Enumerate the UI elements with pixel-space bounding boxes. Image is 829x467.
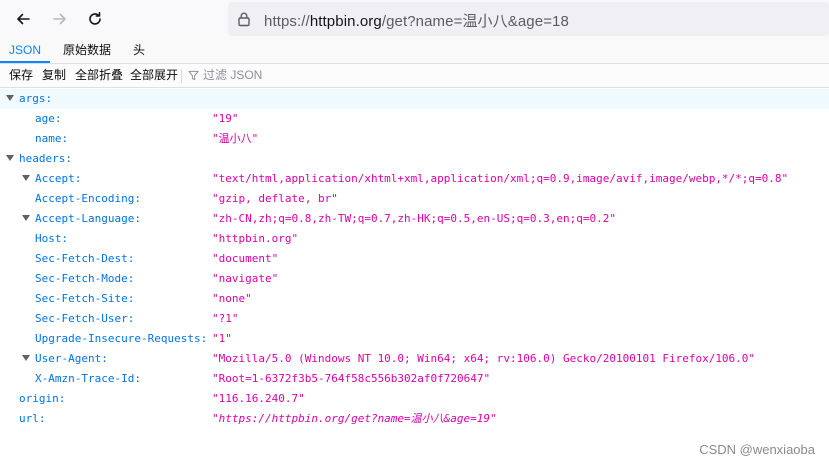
expand-toggle-icon[interactable]	[6, 95, 14, 101]
json-value: "navigate"	[212, 272, 279, 285]
json-key: Sec-Fetch-Dest:	[35, 252, 135, 265]
collapse-all-button[interactable]: 全部折叠	[75, 64, 123, 87]
back-arrow-icon	[17, 13, 30, 25]
url-host: httpbin.org	[309, 13, 382, 30]
reload-icon	[89, 12, 101, 25]
json-value: "none"	[212, 292, 252, 305]
json-value: "zh-CN,zh;q=0.8,zh-TW;q=0.7,zh-HK;q=0.5,…	[212, 212, 616, 225]
json-key: Host:	[35, 232, 69, 245]
json-key: Accept:	[35, 172, 82, 185]
json-value: "?1"	[212, 312, 239, 325]
expand-toggle-icon[interactable]	[22, 175, 30, 181]
json-row[interactable]: headers:	[0, 149, 829, 169]
filter-icon	[188, 70, 199, 81]
expand-toggle-icon[interactable]	[22, 215, 30, 221]
json-key: Sec-Fetch-Site:	[35, 292, 135, 305]
copy-button[interactable]: 复制	[42, 64, 66, 87]
json-toolbar: 保存 复制 全部折叠 全部展开 过滤 JSON	[0, 64, 829, 88]
lock-icon[interactable]	[236, 11, 252, 27]
forward-arrow-icon	[53, 13, 66, 25]
tab-raw-data[interactable]: 原始数据	[56, 38, 118, 63]
json-row[interactable]: Host: "httpbin.org"	[0, 229, 829, 249]
json-key: Upgrade-Insecure-Requests:	[35, 332, 208, 345]
json-row[interactable]: Upgrade-Insecure-Requests: "1"	[0, 329, 829, 349]
json-key: args:	[19, 92, 53, 105]
reload-button[interactable]	[80, 4, 110, 34]
json-value: "1"	[212, 332, 232, 345]
url-prefix: https://	[264, 13, 310, 30]
expand-toggle-icon[interactable]	[22, 355, 30, 361]
json-row[interactable]: Sec-Fetch-User: "?1"	[0, 309, 829, 329]
json-key: headers:	[19, 152, 72, 165]
json-key: Accept-Language:	[35, 212, 141, 225]
json-key: age:	[35, 112, 62, 125]
json-row[interactable]: args:	[0, 89, 829, 109]
watermark: CSDN @wenxiaoba	[699, 442, 815, 457]
forward-button[interactable]	[45, 4, 75, 34]
json-value: "Root=1-6372f3b5-764f58c556b302af0f72064…	[212, 372, 491, 385]
json-row[interactable]: origin: "116.16.240.7"	[0, 389, 829, 409]
json-key: Accept-Encoding:	[35, 192, 141, 205]
json-key: X-Amzn-Trace-Id:	[35, 372, 141, 385]
json-key: name:	[35, 132, 69, 145]
json-value: "document"	[212, 252, 279, 265]
json-value: "Mozilla/5.0 (Windows NT 10.0; Win64; x6…	[212, 352, 756, 365]
json-value: "https://httpbin.org/get?name=温小八&age=19…	[212, 412, 497, 425]
toolbar-divider	[181, 69, 182, 83]
url-path: /get?name=温小八&age=18	[381, 13, 569, 30]
json-key: Sec-Fetch-Mode:	[35, 272, 135, 285]
save-button[interactable]: 保存	[9, 64, 33, 87]
json-row[interactable]: age: "19"	[0, 109, 829, 129]
json-row[interactable]: Sec-Fetch-Mode: "navigate"	[0, 269, 829, 289]
url-text[interactable]: https://httpbin.org/get?name=温小八&age=18	[264, 10, 569, 31]
json-row[interactable]: User-Agent: "Mozilla/5.0 (Windows NT 10.0…	[0, 349, 829, 369]
json-key: url:	[19, 412, 46, 425]
json-value: "gzip, deflate, br"	[212, 192, 338, 205]
tab-json[interactable]: JSON	[0, 38, 50, 63]
back-button[interactable]	[8, 4, 38, 34]
json-row[interactable]: X-Amzn-Trace-Id: "Root=1-6372f3b5-764f58c…	[0, 369, 829, 389]
json-value: "19"	[212, 112, 239, 125]
json-row[interactable]: name: "温小八"	[0, 129, 829, 149]
json-value: "text/html,application/xhtml+xml,applica…	[212, 172, 789, 185]
json-row[interactable]: Sec-Fetch-Site: "none"	[0, 289, 829, 309]
json-row[interactable]: Accept-Encoding: "gzip, deflate, br"	[0, 189, 829, 209]
json-key: Sec-Fetch-User:	[35, 312, 135, 325]
address-bar[interactable]: https://httpbin.org/get?name=温小八&age=18	[228, 2, 829, 36]
navigation-bar: https://httpbin.org/get?name=温小八&age=18	[0, 0, 829, 38]
json-row[interactable]: url: "https://httpbin.org/get?name=温小八&ag…	[0, 409, 829, 429]
expand-toggle-icon[interactable]	[6, 155, 14, 161]
json-row[interactable]: Accept-Language: "zh-CN,zh;q=0.8,zh-TW;q=…	[0, 209, 829, 229]
viewer-tabs: JSON 原始数据 头	[0, 38, 829, 64]
json-row[interactable]: Sec-Fetch-Dest: "document"	[0, 249, 829, 269]
tab-headers[interactable]: 头	[124, 38, 154, 63]
expand-all-button[interactable]: 全部展开	[130, 64, 178, 87]
json-key: origin:	[19, 392, 66, 405]
json-value: "116.16.240.7"	[212, 392, 305, 405]
json-value: "温小八"	[212, 132, 259, 145]
json-key: User-Agent:	[35, 352, 108, 365]
filter-json-input[interactable]: 过滤 JSON	[203, 64, 262, 87]
json-value: "httpbin.org"	[212, 232, 299, 245]
json-row[interactable]: Accept: "text/html,application/xhtml+xml,…	[0, 169, 829, 189]
